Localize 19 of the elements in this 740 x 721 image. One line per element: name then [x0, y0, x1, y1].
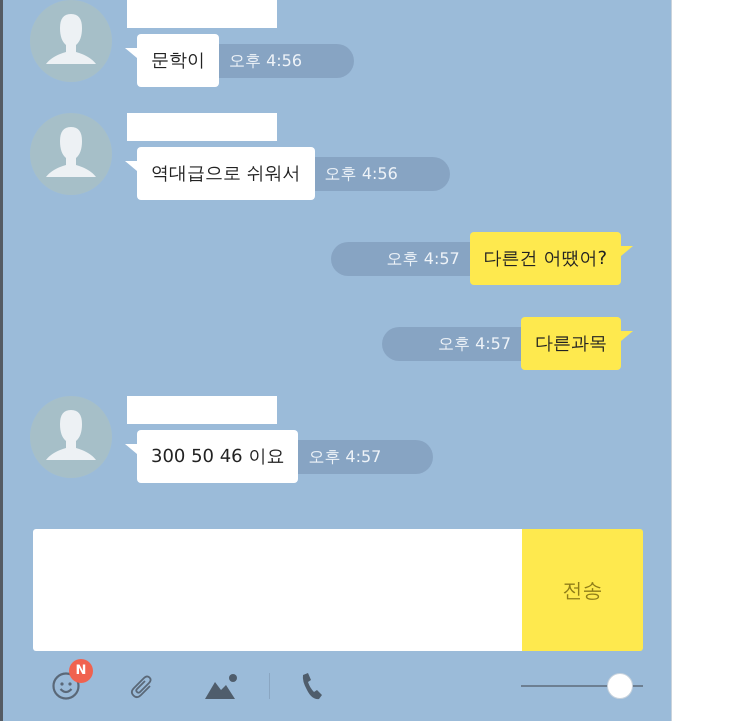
- slider-thumb[interactable]: [607, 673, 634, 699]
- avatar-icon: [30, 113, 112, 195]
- bubble-tail: [621, 331, 633, 341]
- received-message-bubble: 300 50 46 이요: [137, 430, 298, 483]
- message-input[interactable]: [33, 529, 522, 651]
- bubble-tail: [621, 246, 633, 256]
- mountain-image-icon: [205, 673, 239, 699]
- avatar-icon: [30, 0, 112, 82]
- phone-icon: [300, 672, 324, 700]
- received-message-bubble: 문학이: [137, 34, 219, 87]
- avatar-icon: [30, 396, 112, 478]
- received-message-bubble: 역대급으로 쉬워서: [137, 147, 315, 200]
- new-badge: N: [69, 659, 93, 683]
- send-button[interactable]: 전송: [522, 529, 643, 651]
- sent-message-bubble: 다른건 어땠어?: [470, 232, 621, 285]
- photo-button[interactable]: [205, 673, 239, 699]
- sent-message-bubble: 다른과목: [521, 317, 621, 370]
- zoom-slider[interactable]: [521, 673, 643, 699]
- call-button[interactable]: [300, 672, 324, 700]
